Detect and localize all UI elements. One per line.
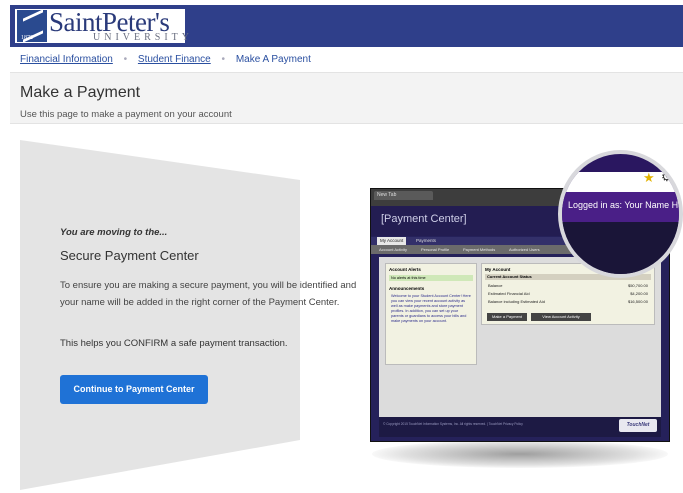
info-panel-background <box>20 140 300 490</box>
preview-row: Balance including Estimated Aid $16,500.… <box>488 298 648 305</box>
preview-subnav-item: Account Activity <box>379 247 408 252</box>
preview-row: Estimated Financial Aid $4,200.00 <box>488 290 648 297</box>
preview-account-heading: My Account <box>485 267 511 272</box>
logo-subtitle: UNIVERSITY <box>93 32 193 43</box>
preview-subnav-item: Payment Methods <box>463 247 496 252</box>
preview-alerts-heading: Account Alerts <box>389 267 421 272</box>
preview-app-title: [Payment Center] <box>381 213 467 225</box>
page-subtitle: Use this page to make a payment on your … <box>20 109 232 120</box>
preview-row: Balance $50,700.00 <box>488 282 648 289</box>
breadcrumb-student-finance[interactable]: Student Finance <box>138 54 211 65</box>
preview-row-label: Balance including Estimated Aid <box>488 299 545 304</box>
breadcrumb-financial-information[interactable]: Financial Information <box>20 54 113 65</box>
preview-tab-payments: Payments <box>416 238 437 243</box>
preview-subnav-item: Personal Profile <box>421 247 450 252</box>
preview-browser-tab: New Tab <box>374 191 433 200</box>
breadcrumb-separator: • <box>221 54 226 65</box>
preview-alerts-box: Account Alerts No alerts at this time An… <box>385 263 477 365</box>
magnified-nav <box>562 222 679 274</box>
preview-shadow <box>372 440 668 468</box>
preview-row-value: $4,200.00 <box>630 291 648 296</box>
logged-in-text: Logged in as: Your Name Here <box>568 200 683 210</box>
star-icon: ★ <box>643 170 655 185</box>
preview-tab-my-account: My Account <box>377 237 407 245</box>
site-header: 1872 SaintPeter's UNIVERSITY <box>10 5 683 47</box>
preview-view-activity-button: View Account Activity <box>531 313 591 321</box>
panel-confirm-text: This helps you CONFIRM a safe payment tr… <box>60 338 288 349</box>
breadcrumb: Financial Information • Student Finance … <box>20 54 311 65</box>
crest-year: 1872 <box>21 35 33 41</box>
preview-alerts-ok: No alerts at this time <box>389 275 473 281</box>
preview-row-value: $16,500.00 <box>627 299 648 304</box>
page-title: Make a Payment <box>20 84 141 101</box>
breadcrumb-current: Make A Payment <box>235 54 311 65</box>
preview-subnav-item: Authorized Users <box>509 247 540 252</box>
breadcrumb-separator: • <box>123 54 128 65</box>
university-logo[interactable]: 1872 SaintPeter's UNIVERSITY <box>15 7 189 43</box>
panel-title: Secure Payment Center <box>60 248 199 263</box>
crest-icon: 1872 <box>17 9 47 43</box>
preview-footer-text: © Copyright 2015 TouchNet Information Sy… <box>383 422 523 426</box>
magnifier-callout: ★ ⚙ Logged in as: Your Name Here <box>558 150 683 278</box>
panel-body: To ensure you are making a secure paymen… <box>60 280 357 308</box>
continue-to-payment-center-button[interactable]: Continue to Payment Center <box>60 375 208 404</box>
panel-heading: You are moving to the... <box>60 227 168 238</box>
preview-row-label: Balance <box>488 283 503 288</box>
preview-make-payment-button: Make a Payment <box>487 313 527 321</box>
preview-announcements-heading: Announcements <box>389 286 425 291</box>
preview-footer-logo: TouchNet <box>619 419 657 432</box>
preview-row-value: $50,700.00 <box>627 283 648 288</box>
preview-announcements-text: Welcome to your Student Account Center! … <box>391 294 471 323</box>
preview-row-label: Estimated Financial Aid <box>488 291 530 296</box>
gear-icon: ⚙ <box>661 169 673 184</box>
divider <box>10 123 683 124</box>
